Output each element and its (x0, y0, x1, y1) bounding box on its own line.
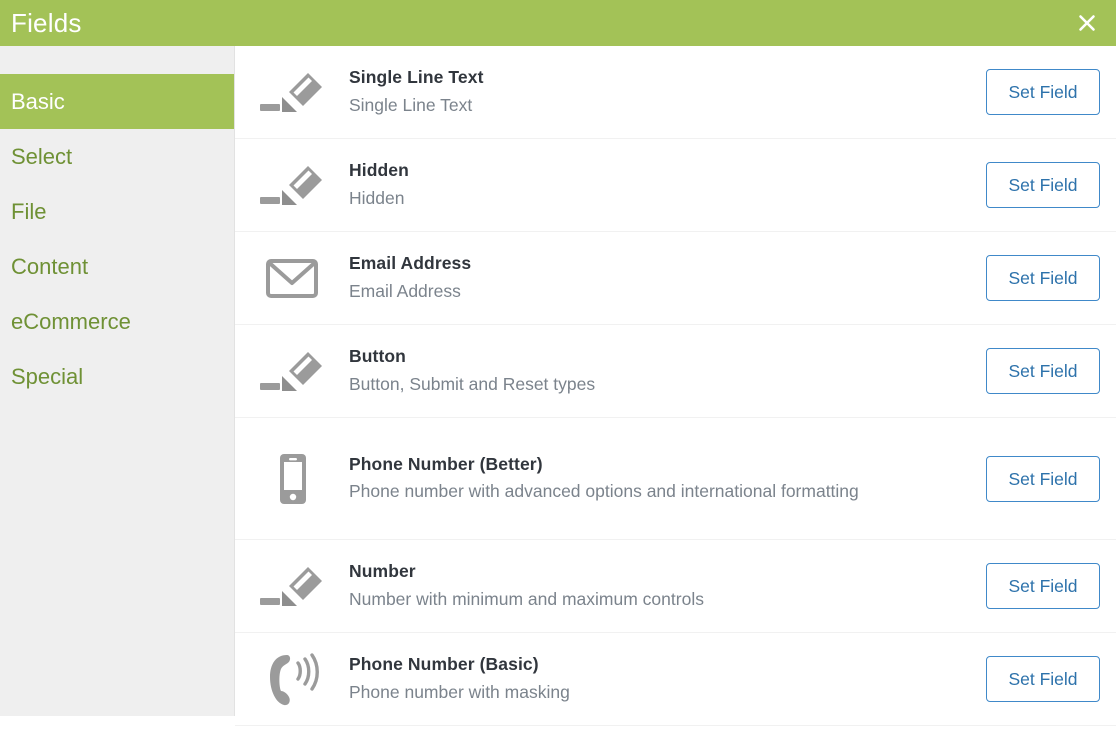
pencil-icon (235, 64, 349, 120)
field-text: Phone Number (Basic) Phone number with m… (349, 653, 970, 705)
set-field-button[interactable]: Set Field (986, 563, 1100, 609)
pencil-icon (235, 343, 349, 399)
field-list: Single Line Text Single Line Text Set Fi… (235, 46, 1116, 730)
field-description: Button, Submit and Reset types (349, 373, 596, 394)
category-sidebar: Basic Select File Content eCommerce Spec… (0, 46, 235, 716)
modal-header: Fields (0, 0, 1116, 46)
pencil-icon (235, 558, 349, 614)
table-row[interactable]: Single Line Text Single Line Text Set Fi… (235, 46, 1116, 139)
modal-body: Basic Select File Content eCommerce Spec… (0, 46, 1116, 730)
field-name: Phone Number (Better) (349, 453, 543, 474)
field-description: Phone number with advanced options and i… (349, 481, 859, 502)
field-text: Email Address Email Address (349, 252, 970, 304)
field-text: Number Number with minimum and maximum c… (349, 560, 970, 612)
sidebar-item-ecommerce[interactable]: eCommerce (0, 294, 234, 349)
phone-ringing-icon (235, 647, 349, 711)
field-name: Hidden (349, 160, 409, 181)
set-field-button[interactable]: Set Field (986, 455, 1100, 502)
sidebar-item-file[interactable]: File (0, 184, 234, 239)
field-name: Phone Number (Basic) (349, 654, 539, 675)
set-field-button[interactable]: Set Field (986, 255, 1100, 301)
field-name: Email Address (349, 253, 472, 274)
field-name: Number (349, 561, 416, 582)
sidebar-item-special[interactable]: Special (0, 349, 234, 404)
table-row[interactable]: Button Button, Submit and Reset types Se… (235, 325, 1116, 418)
field-action: Set Field (970, 255, 1100, 301)
close-icon[interactable] (1072, 8, 1102, 38)
table-row[interactable]: Hidden Hidden Set Field (235, 139, 1116, 232)
field-name: Button (349, 346, 406, 367)
field-description: Phone number with masking (349, 681, 570, 702)
sidebar-item-label: eCommerce (11, 309, 131, 334)
set-field-button[interactable]: Set Field (986, 656, 1100, 702)
sidebar-item-label: Basic (11, 89, 65, 114)
field-description: Number with minimum and maximum controls (349, 588, 704, 609)
set-field-button[interactable]: Set Field (986, 69, 1100, 115)
field-action: Set Field (970, 348, 1100, 394)
table-row[interactable]: Email Address Email Address Set Field (235, 232, 1116, 325)
sidebar-item-select[interactable]: Select (0, 129, 234, 184)
field-text: Button Button, Submit and Reset types (349, 345, 970, 397)
field-name: Single Line Text (349, 67, 484, 88)
field-text: Single Line Text Single Line Text (349, 66, 970, 118)
sidebar-item-label: Content (11, 254, 89, 279)
sidebar-item-label: Select (11, 144, 73, 169)
table-row[interactable]: Phone Number (Basic) Phone number with m… (235, 633, 1116, 726)
table-row[interactable]: Number Number with minimum and maximum c… (235, 540, 1116, 633)
field-action: Set Field (970, 69, 1100, 115)
sidebar-item-label: Special (11, 364, 84, 389)
fields-modal: Fields Basic Select File Content eCommer… (0, 0, 1116, 730)
pencil-icon (235, 157, 349, 213)
field-description: Hidden (349, 187, 405, 208)
sidebar-item-label: File (11, 199, 47, 224)
mobile-phone-icon (235, 447, 349, 511)
set-field-button[interactable]: Set Field (986, 348, 1100, 394)
field-action: Set Field (970, 563, 1100, 609)
field-description: Single Line Text (349, 94, 473, 115)
field-description: Email Address (349, 280, 461, 301)
field-text: Hidden Hidden (349, 159, 970, 211)
field-action: Set Field (970, 162, 1100, 208)
envelope-icon (235, 250, 349, 306)
page-title: Fields (11, 8, 82, 38)
field-text: Phone Number (Better) Phone number with … (349, 453, 970, 505)
field-action: Set Field (970, 656, 1100, 702)
field-action: Set Field (970, 455, 1100, 502)
table-row[interactable]: Phone Number (Better) Phone number with … (235, 418, 1116, 540)
set-field-button[interactable]: Set Field (986, 162, 1100, 208)
sidebar-item-content[interactable]: Content (0, 239, 234, 294)
sidebar-item-basic[interactable]: Basic (0, 74, 234, 129)
